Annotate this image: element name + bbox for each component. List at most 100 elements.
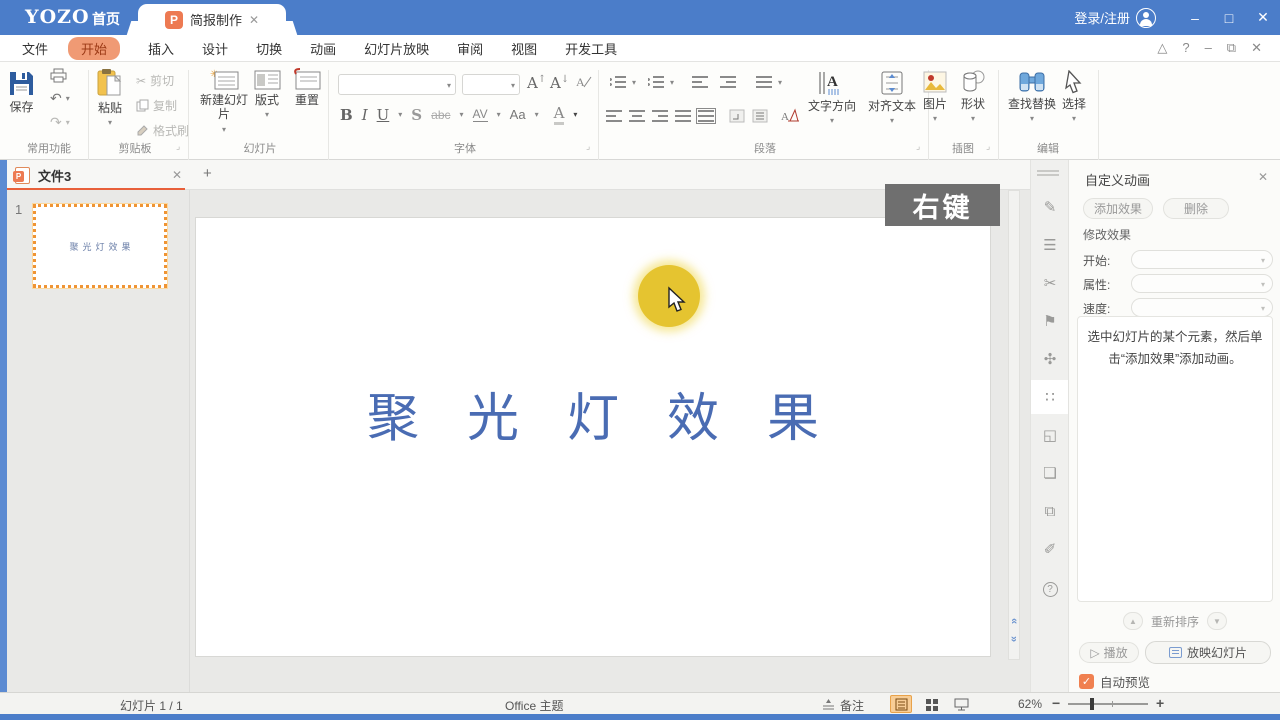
line-spacing-dropdown-icon[interactable]: ▾	[778, 78, 782, 87]
window-close-button[interactable]: ✕	[1246, 9, 1280, 26]
collapse-ribbon-icon[interactable]: △	[1157, 40, 1167, 56]
tab-close-icon[interactable]: ✕	[249, 13, 259, 27]
insert-shape-button[interactable]: 形状 ▾	[960, 70, 986, 124]
numbered-dropdown-icon[interactable]: ▾	[670, 78, 674, 87]
theme-name[interactable]: Office 主题	[505, 697, 563, 714]
case-dropdown-icon[interactable]: ▾	[535, 110, 539, 119]
menu-animation[interactable]: 动画	[310, 39, 336, 58]
increase-indent-icon[interactable]	[720, 76, 736, 88]
clear-format-icon[interactable]: A	[576, 74, 592, 90]
copy-label[interactable]: 复制	[153, 97, 177, 114]
strike-dropdown-icon[interactable]: ▾	[460, 110, 464, 119]
undo-icon[interactable]: ↶	[50, 90, 62, 107]
menu-insert[interactable]: 插入	[148, 39, 174, 58]
new-slide-button[interactable]: ✳ 新建幻灯片 ▾	[200, 68, 248, 134]
speed-dropdown-icon[interactable]: ▾	[1261, 304, 1265, 313]
undo-dropdown-icon[interactable]: ▾	[66, 94, 70, 103]
window-minimize-button[interactable]: –	[1178, 10, 1212, 26]
reorder-up-button[interactable]: ▲	[1123, 612, 1143, 630]
property-dropdown[interactable]: ▾	[1131, 274, 1273, 293]
insert-picture-button[interactable]: 图片 ▾	[922, 70, 948, 124]
slideshow-button[interactable]: 放映幻灯片	[1145, 641, 1271, 664]
font-color-button[interactable]: A	[554, 104, 565, 125]
font-dialog-launcher-icon[interactable]: ⌟	[586, 141, 590, 152]
login-register-link[interactable]: 登录/注册	[1074, 8, 1130, 27]
copy-pages-icon[interactable]: ⧉	[1031, 494, 1069, 528]
delete-effect-button[interactable]: 删除	[1163, 198, 1229, 219]
menu-transition[interactable]: 切换	[256, 39, 282, 58]
cut-icon[interactable]: ✂	[136, 74, 146, 88]
user-avatar-icon[interactable]	[1136, 8, 1156, 28]
speed-dropdown[interactable]: ▾	[1131, 298, 1273, 317]
numbered-list-icon[interactable]	[648, 76, 664, 88]
notes-icon[interactable]	[822, 699, 835, 711]
apps-grid-icon[interactable]: ∷	[1031, 380, 1069, 414]
property-dropdown-icon[interactable]: ▾	[1261, 280, 1265, 289]
menu-home[interactable]: 开始	[68, 37, 120, 60]
settings-sliders-icon[interactable]: ☰	[1031, 228, 1069, 262]
align-object-icon[interactable]	[752, 109, 768, 123]
underline-dropdown-icon[interactable]: ▾	[398, 110, 402, 119]
document-window-tab[interactable]: P 简报制作 ✕	[138, 4, 286, 35]
window-maximize-button[interactable]: □	[1212, 10, 1246, 26]
mini-restore-icon[interactable]: ⧉	[1227, 40, 1236, 56]
slide-1[interactable]: 聚光灯效果	[196, 218, 990, 656]
zoom-slider[interactable]	[1068, 703, 1148, 705]
save-button[interactable]: 保存	[8, 70, 35, 114]
font-color-dropdown-icon[interactable]: ▾	[573, 110, 577, 119]
help-icon[interactable]: ?	[1182, 40, 1189, 56]
zoom-slider-handle[interactable]	[1090, 698, 1094, 710]
help-circle-icon[interactable]: ?	[1031, 572, 1069, 606]
compose-edit-icon[interactable]: ✐	[1031, 532, 1069, 566]
document-tab-file3[interactable]: 文件3 ✕	[7, 160, 185, 190]
align-text-button[interactable]: 对齐文本 ▾	[868, 70, 916, 126]
zoom-in-button[interactable]: +	[1156, 695, 1164, 711]
char-spacing-button[interactable]: AV	[473, 107, 488, 122]
pinwheel-animation-icon[interactable]: ✣	[1031, 342, 1069, 376]
strikethrough-button[interactable]: S	[411, 106, 422, 124]
bullet-dropdown-icon[interactable]: ▾	[632, 78, 636, 87]
play-button[interactable]: ▷ 播放	[1079, 642, 1139, 663]
screenshot-icon[interactable]: ◱	[1031, 418, 1069, 452]
slide-title-text[interactable]: 聚光灯效果	[196, 376, 990, 451]
new-document-tab-button[interactable]: +	[203, 165, 212, 182]
auto-preview-checkbox[interactable]: ✓	[1079, 674, 1094, 689]
font-name-dropdown-icon[interactable]: ▾	[447, 81, 451, 90]
strike-abc-button[interactable]: abc	[431, 108, 450, 122]
editing-canvas[interactable]: 聚光灯效果 « «	[190, 190, 1030, 692]
zoom-out-button[interactable]: −	[1052, 695, 1060, 711]
mini-minimize-icon[interactable]: –	[1205, 40, 1212, 56]
text-frame-icon[interactable]	[729, 109, 745, 123]
bookmark-icon[interactable]: ❏	[1031, 456, 1069, 490]
slide-sorter-view-button[interactable]	[920, 695, 942, 713]
mini-close-icon[interactable]: ✕	[1251, 40, 1262, 56]
document-tab-close-icon[interactable]: ✕	[172, 168, 182, 182]
redo-dropdown-icon[interactable]: ▾	[66, 118, 70, 127]
add-effect-button[interactable]: 添加效果	[1083, 198, 1153, 219]
italic-button[interactable]: I	[362, 106, 368, 124]
menu-slideshow[interactable]: 幻灯片放映	[364, 39, 429, 58]
align-center-icon[interactable]	[629, 110, 645, 122]
change-case-button[interactable]: Aa	[510, 107, 526, 122]
line-spacing-icon[interactable]	[756, 76, 772, 88]
paragraph-dialog-launcher-icon[interactable]: ⌟	[916, 141, 920, 152]
flag-tag-icon[interactable]: ⚑	[1031, 304, 1069, 338]
next-slide-icon[interactable]: «	[1008, 634, 1020, 644]
layout-button[interactable]: 版式 ▾	[252, 68, 282, 120]
menu-file[interactable]: 文件	[22, 39, 48, 58]
menu-design[interactable]: 设计	[202, 39, 228, 58]
slideshow-view-button[interactable]	[950, 695, 972, 713]
panel-drag-handle[interactable]	[1037, 170, 1059, 172]
underline-button[interactable]: U	[377, 106, 390, 124]
pen-tool-icon[interactable]: ✎	[1031, 190, 1069, 224]
home-button[interactable]: 首页	[92, 9, 120, 29]
bold-button[interactable]: B	[340, 106, 353, 124]
start-dropdown[interactable]: ▾	[1131, 250, 1273, 269]
normal-view-button[interactable]	[890, 695, 912, 713]
font-size-dropdown-icon[interactable]: ▾	[511, 81, 515, 90]
spacing-dropdown-icon[interactable]: ▾	[497, 110, 501, 119]
clipboard-dialog-launcher-icon[interactable]: ⌟	[176, 141, 180, 152]
format-painter-label[interactable]: 格式刷	[153, 122, 189, 139]
menu-view[interactable]: 视图	[511, 39, 537, 58]
bullet-list-icon[interactable]	[610, 76, 626, 88]
